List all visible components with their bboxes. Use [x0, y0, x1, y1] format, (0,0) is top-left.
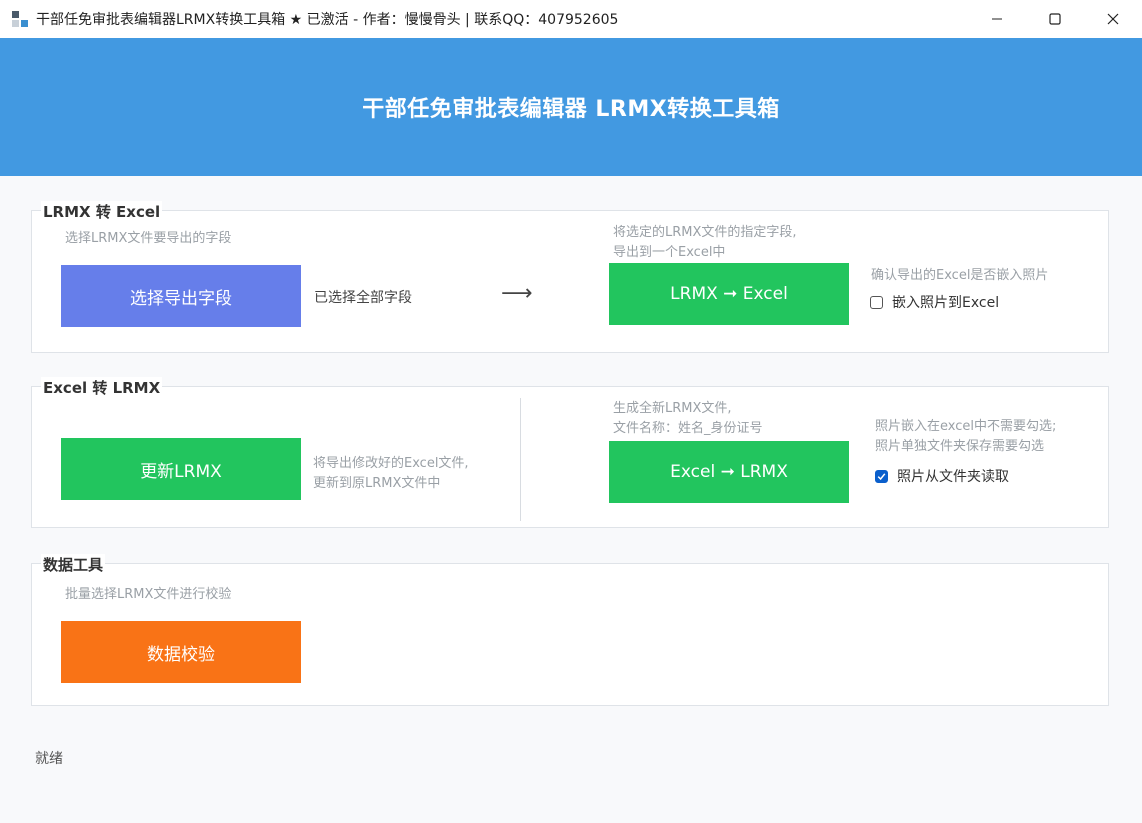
generate-hint-line2: 文件名称：姓名_身份证号	[613, 421, 763, 436]
photo-hint-line2: 照片单独文件夹保存需要勾选	[875, 439, 1045, 454]
window-controls	[968, 0, 1142, 38]
close-button[interactable]	[1084, 0, 1142, 38]
column-divider	[520, 398, 521, 521]
selected-fields-status: 已选择全部字段	[314, 290, 412, 306]
update-hint-line2: 更新到原LRMX文件中	[313, 476, 441, 491]
excel-to-lrmx-button[interactable]: Excel ➞ LRMX	[609, 441, 849, 503]
minimize-icon	[992, 18, 1002, 20]
embed-photo-label: 嵌入照片到Excel	[892, 295, 1000, 311]
maximize-icon	[1049, 13, 1061, 25]
lrmx-to-excel-button[interactable]: LRMX ➞ Excel	[609, 263, 849, 325]
group-title-excel-to-lrmx: Excel 转 LRMX	[41, 377, 163, 398]
checkbox-checked-icon[interactable]	[875, 469, 888, 483]
embed-photo-checkbox[interactable]: 嵌入照片到Excel	[870, 292, 999, 312]
data-validate-button[interactable]: 数据校验	[61, 621, 301, 683]
export-hint-line1: 将选定的LRMX文件的指定字段,	[613, 225, 797, 240]
read-photo-label: 照片从文件夹读取	[897, 469, 1009, 485]
app-icon	[11, 10, 29, 28]
page-title: 干部任免审批表编辑器 LRMX转换工具箱	[362, 97, 780, 122]
window-title: 干部任免审批表编辑器LRMX转换工具箱 ★ 已激活 - 作者：慢慢骨头 | 联系…	[36, 12, 619, 28]
update-hint-line1: 将导出修改好的Excel文件,	[313, 456, 469, 471]
select-fields-hint: 选择LRMX文件要导出的字段	[65, 231, 232, 246]
close-icon	[1107, 13, 1119, 25]
group-title-lrmx-to-excel: LRMX 转 Excel	[41, 201, 163, 222]
minimize-button[interactable]	[968, 0, 1026, 38]
checkbox-icon[interactable]	[870, 295, 883, 309]
group-title-data-tools: 数据工具	[41, 554, 106, 575]
status-text: 就绪	[35, 751, 63, 767]
update-lrmx-button[interactable]: 更新LRMX	[61, 438, 301, 500]
maximize-button[interactable]	[1026, 0, 1084, 38]
group-data-tools: 数据工具 批量选择LRMX文件进行校验 数据校验	[31, 554, 1109, 706]
embed-photo-hint: 确认导出的Excel是否嵌入照片	[871, 268, 1049, 283]
flow-arrow: ⟶	[501, 281, 533, 306]
photo-hint-line1: 照片嵌入在excel中不需要勾选;	[875, 419, 1057, 434]
group-excel-to-lrmx: Excel 转 LRMX 更新LRMX 将导出修改好的Excel文件, 更新到原…	[31, 377, 1109, 528]
validate-hint: 批量选择LRMX文件进行校验	[65, 587, 232, 602]
select-export-fields-button[interactable]: 选择导出字段	[61, 265, 301, 327]
group-lrmx-to-excel: LRMX 转 Excel 选择LRMX文件要导出的字段 选择导出字段 已选择全部…	[31, 201, 1109, 353]
header-banner: 干部任免审批表编辑器 LRMX转换工具箱	[0, 38, 1142, 176]
generate-hint-line1: 生成全新LRMX文件,	[613, 401, 732, 416]
export-hint-line2: 导出到一个Excel中	[613, 245, 726, 260]
read-photo-from-folder-checkbox[interactable]: 照片从文件夹读取	[875, 466, 1009, 486]
title-bar: 干部任免审批表编辑器LRMX转换工具箱 ★ 已激活 - 作者：慢慢骨头 | 联系…	[0, 0, 1142, 39]
